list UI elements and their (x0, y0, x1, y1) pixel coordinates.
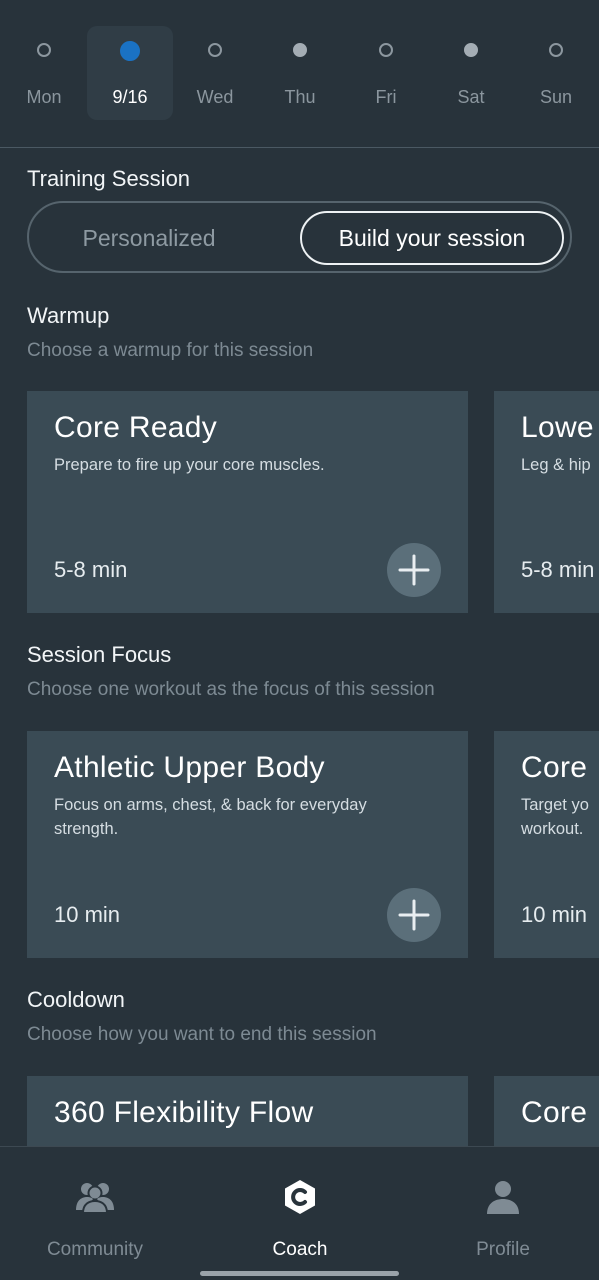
card-title: Core (521, 1096, 588, 1129)
day-label: 9/16 (112, 87, 148, 107)
build-session-option[interactable]: Build your session (300, 211, 564, 265)
bottom-navigation: Community Coach Profile (0, 1146, 599, 1280)
warmup-card[interactable]: Lowe Leg & hip 5-8 min (494, 391, 599, 613)
focus-card[interactable]: Athletic Upper Body Focus on arms, chest… (27, 731, 468, 958)
day-sun[interactable]: Sun (513, 26, 599, 120)
day-mon[interactable]: Mon (1, 26, 87, 120)
card-title: Lowe (521, 411, 594, 444)
cooldown-card[interactable]: Core (494, 1076, 599, 1146)
warmup-title: Warmup (27, 303, 110, 328)
card-title: Core Ready (54, 411, 218, 444)
day-label: Sun (539, 87, 573, 107)
day-status-dot (293, 43, 307, 57)
nav-label: Community (46, 1239, 144, 1260)
card-duration: 5-8 min (54, 557, 128, 582)
session-focus-title: Session Focus (27, 642, 172, 667)
day-status-dot (379, 43, 393, 57)
training-session-title: Training Session (27, 166, 191, 191)
nav-coach[interactable]: Coach (220, 1177, 380, 1261)
day-status-dot (120, 41, 140, 61)
card-duration: 10 min (54, 902, 121, 927)
community-icon (75, 1177, 115, 1217)
day-tue-selected[interactable]: 9/16 (87, 26, 173, 120)
nav-label: Coach (272, 1239, 328, 1260)
profile-icon (483, 1177, 523, 1217)
day-status-dot (549, 43, 563, 57)
card-duration: 5-8 min (521, 557, 595, 582)
plus-icon (398, 899, 430, 931)
card-title: Core (521, 751, 588, 784)
home-indicator (200, 1271, 399, 1276)
add-button[interactable] (387, 888, 441, 942)
card-description: Prepare to fire up your core muscles. (54, 456, 325, 474)
card-duration: 10 min (521, 902, 588, 927)
card-title: 360 Flexibility Flow (54, 1096, 314, 1129)
nav-label: Profile (476, 1239, 530, 1260)
nav-profile[interactable]: Profile (423, 1177, 583, 1261)
day-status-dot (464, 43, 478, 57)
card-description: Focus on arms, chest, & back for everyda… (54, 796, 367, 838)
day-label: Fri (375, 87, 397, 107)
card-description-line: workout. (521, 820, 584, 838)
day-label: Thu (284, 87, 316, 107)
day-label: Sat (457, 87, 485, 107)
card-description-line: Target yo (521, 796, 589, 814)
card-description: Leg & hip (521, 456, 591, 474)
day-status-dot (208, 43, 222, 57)
plus-icon (398, 554, 430, 586)
coach-icon (280, 1177, 320, 1217)
session-focus-subtitle: Choose one workout as the focus of this … (27, 679, 435, 700)
cooldown-title: Cooldown (27, 987, 125, 1012)
day-label: Wed (196, 87, 234, 107)
personalized-option[interactable]: Personalized (37, 211, 261, 265)
day-label: Mon (26, 87, 62, 107)
add-button[interactable] (387, 543, 441, 597)
day-fri[interactable]: Fri (343, 26, 429, 120)
warmup-subtitle: Choose a warmup for this session (27, 340, 314, 361)
nav-community[interactable]: Community (15, 1177, 175, 1261)
day-thu[interactable]: Thu (257, 26, 343, 120)
week-day-selector: Mon 9/16 Wed Thu Fri Sat Sun (0, 0, 599, 148)
cooldown-subtitle: Choose how you want to end this session (27, 1024, 377, 1045)
day-sat[interactable]: Sat (428, 26, 514, 120)
cooldown-card[interactable]: 360 Flexibility Flow (27, 1076, 468, 1146)
warmup-card[interactable]: Core Ready Prepare to fire up your core … (27, 391, 468, 613)
day-wed[interactable]: Wed (172, 26, 258, 120)
focus-card[interactable]: Core Target yo workout. 10 min (494, 731, 599, 958)
card-title: Athletic Upper Body (54, 751, 325, 784)
card-description: Target yo workout. (521, 793, 589, 841)
session-type-toggle: Personalized Build your session (27, 201, 572, 273)
day-status-dot (37, 43, 51, 57)
